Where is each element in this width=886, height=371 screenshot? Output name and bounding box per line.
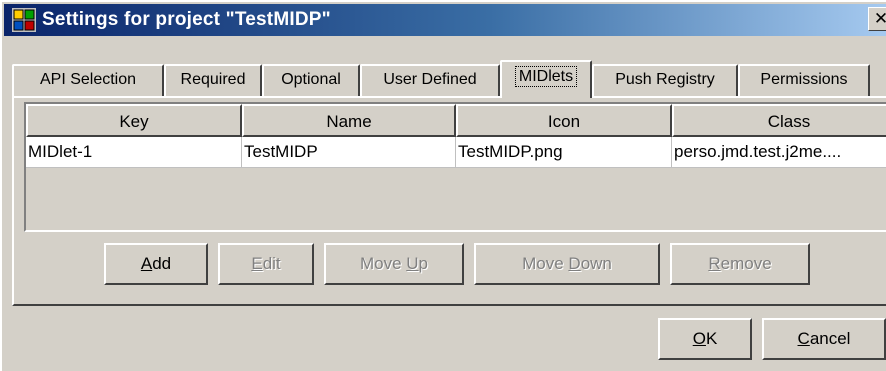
move-up-button[interactable]: Move Up — [324, 243, 464, 285]
table-row[interactable]: MIDlet-1 TestMIDP TestMIDP.png perso.jmd… — [26, 137, 886, 168]
column-header-class[interactable]: Class — [672, 104, 886, 137]
tab-permissions[interactable]: Permissions — [738, 64, 870, 96]
cancel-button[interactable]: Cancel — [762, 318, 886, 360]
tab-midlets[interactable]: MIDlets — [500, 60, 592, 98]
remove-button[interactable]: Remove — [670, 243, 810, 285]
ok-button[interactable]: OK — [658, 318, 752, 360]
cell-icon[interactable]: TestMIDP.png — [456, 137, 672, 168]
tab-required[interactable]: Required — [164, 64, 262, 96]
midlets-table[interactable]: Key Name Icon Class MIDlet-1 TestMIDP Te… — [24, 102, 886, 232]
column-header-icon[interactable]: Icon — [456, 104, 672, 137]
tab-optional[interactable]: Optional — [262, 64, 360, 96]
cell-class[interactable]: perso.jmd.test.j2me.... — [672, 137, 886, 168]
tab-user-defined[interactable]: User Defined — [360, 64, 500, 96]
tab-api-selection[interactable]: API Selection — [12, 64, 164, 96]
tab-strip: API Selection Required Optional User Def… — [2, 2, 886, 102]
cell-name[interactable]: TestMIDP — [242, 137, 456, 168]
table-header: Key Name Icon Class — [26, 104, 886, 137]
move-down-button[interactable]: Move Down — [474, 243, 660, 285]
column-header-key[interactable]: Key — [26, 104, 242, 137]
settings-dialog: Settings for project "TestMIDP" ✕ API Se… — [0, 0, 886, 371]
add-button[interactable]: Add — [104, 243, 208, 285]
cell-key[interactable]: MIDlet-1 — [26, 137, 242, 168]
edit-button[interactable]: Edit — [218, 243, 314, 285]
tab-push-registry[interactable]: Push Registry — [592, 64, 738, 96]
column-header-name[interactable]: Name — [242, 104, 456, 137]
